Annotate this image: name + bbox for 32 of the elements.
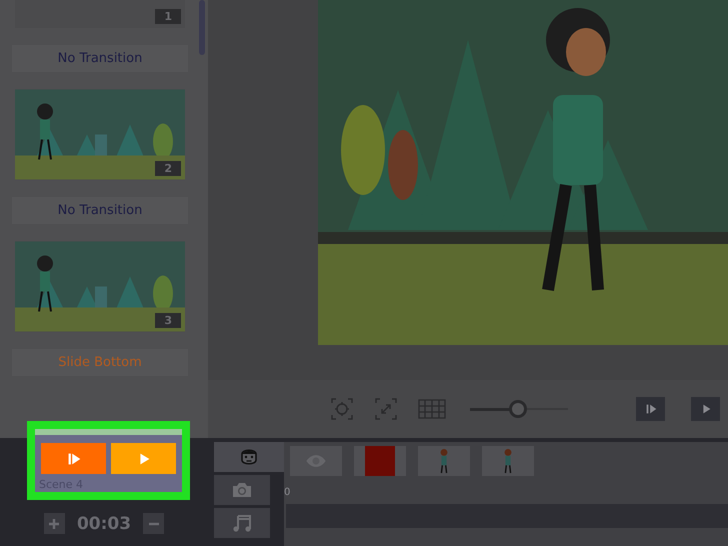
crosshair-icon[interactable] — [330, 397, 354, 421]
transition-button[interactable]: No Transition — [12, 45, 188, 72]
slide-number: 3 — [155, 313, 181, 328]
minus-button[interactable] — [143, 513, 164, 534]
ruler-label: 0 — [284, 487, 290, 498]
grid-icon[interactable] — [418, 399, 446, 419]
slide-thumbnail[interactable]: 2 — [15, 89, 185, 180]
character-figure-icon — [438, 448, 450, 474]
transition-button[interactable]: No Transition — [12, 197, 188, 224]
play-button[interactable] — [691, 397, 720, 421]
timeline-tab[interactable] — [214, 442, 284, 472]
slide-thumbnail[interactable]: 3 — [15, 241, 185, 332]
play-from-here-button[interactable] — [41, 443, 106, 474]
slide-thumbnail[interactable]: 1 — [15, 0, 185, 28]
slide-number: 1 — [155, 9, 181, 24]
timeline-item[interactable] — [290, 446, 342, 476]
plus-button[interactable] — [44, 513, 65, 534]
timeline-item[interactable] — [354, 446, 406, 476]
timeline-item[interactable] — [418, 446, 470, 476]
timeline-item[interactable] — [482, 446, 534, 476]
slider-thumb[interactable] — [509, 400, 528, 418]
character-figure-icon — [502, 448, 514, 474]
plus-icon — [48, 518, 60, 530]
transition-button[interactable]: Slide Bottom — [12, 349, 188, 376]
timeline-tab[interactable] — [214, 508, 270, 538]
duration-text: 00:03 — [76, 514, 132, 534]
play-button[interactable] — [111, 443, 176, 474]
expand-icon[interactable] — [374, 397, 398, 421]
play-from-mark-icon — [644, 402, 658, 416]
timeline-tab[interactable] — [214, 475, 270, 505]
play-from-here-button[interactable] — [636, 397, 665, 421]
slide-number: 2 — [155, 161, 181, 176]
